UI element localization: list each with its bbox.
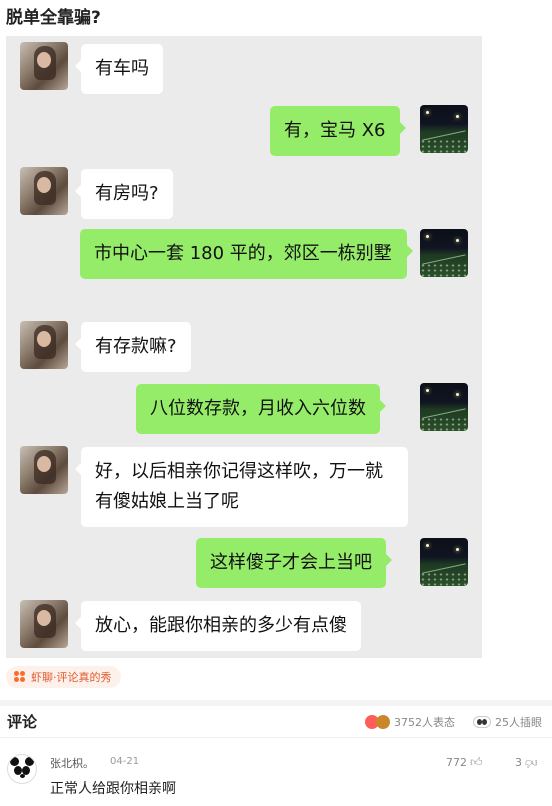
girl-avatar [20, 446, 68, 494]
girl-avatar [20, 600, 68, 648]
chat-bubble-left: 有车吗 [75, 44, 163, 94]
comment-author[interactable]: 张北枳。 [50, 755, 94, 771]
chat-bubble-left: 放心，能跟你相亲的多少有点傻 [75, 601, 361, 651]
panda-avatar[interactable] [7, 754, 37, 784]
thumbs-up-icon: 👍︎ [470, 755, 483, 769]
like-count: 772 [446, 756, 467, 769]
girl-avatar [20, 42, 68, 90]
comment-text: 正常人给跟你相亲啊 [50, 781, 176, 797]
comment-item: 张北枳。 04-21 正常人给跟你相亲啊 772 👍︎ 3 👍︎ [0, 746, 552, 806]
topic-tag[interactable]: 虾聊·评论真的秀 [6, 666, 121, 688]
field-avatar [420, 229, 468, 277]
flower-icon [14, 671, 26, 683]
like-button[interactable]: 772 👍︎ [446, 755, 483, 770]
chat-bubble-left: 有存款嘛? [75, 322, 191, 372]
header-rule [0, 737, 552, 738]
chat-bubble-left: 有房吗? [75, 169, 173, 219]
girl-avatar [20, 167, 68, 215]
dislike-button[interactable]: 3 👍︎ [515, 755, 538, 770]
reactions-summary[interactable]: 3752人表态 [365, 714, 455, 730]
comment-time: 04-21 [110, 756, 140, 767]
reactions-count: 3752人表态 [394, 716, 455, 729]
comments-header: 评论 3752人表态 25人插眼 [0, 706, 552, 736]
chat-bubble-left: 好，以后相亲你记得这样吹，万一就有傻姑娘上当了呢 [75, 447, 408, 527]
chat-screenshot: 有车吗 有，宝马 X6 有房吗? 市中心一套 180 平的，郊区一栋别墅 有存款… [6, 36, 482, 658]
girl-avatar [20, 321, 68, 369]
poop-emoji-icon [376, 715, 390, 729]
chat-bubble-right: 八位数存款，月收入六位数 [136, 384, 386, 434]
chat-bubble-right: 这样傻子才会上当吧 [196, 538, 392, 588]
chat-bubble-right: 有，宝马 X6 [270, 106, 406, 156]
comments-title: 评论 [7, 713, 38, 731]
field-avatar [420, 105, 468, 153]
post-title: 脱单全靠骗? [6, 8, 101, 28]
field-avatar [420, 383, 468, 431]
field-avatar [420, 538, 468, 586]
plug-summary[interactable]: 25人插眼 [473, 714, 542, 730]
dislike-count: 3 [515, 756, 522, 769]
plug-count: 25人插眼 [495, 716, 542, 729]
eyes-icon [473, 716, 491, 728]
chat-bubble-right: 市中心一套 180 平的，郊区一栋别墅 [80, 229, 413, 279]
thumbs-down-icon: 👍︎ [525, 756, 538, 770]
topic-tag-label: 虾聊·评论真的秀 [31, 671, 112, 684]
